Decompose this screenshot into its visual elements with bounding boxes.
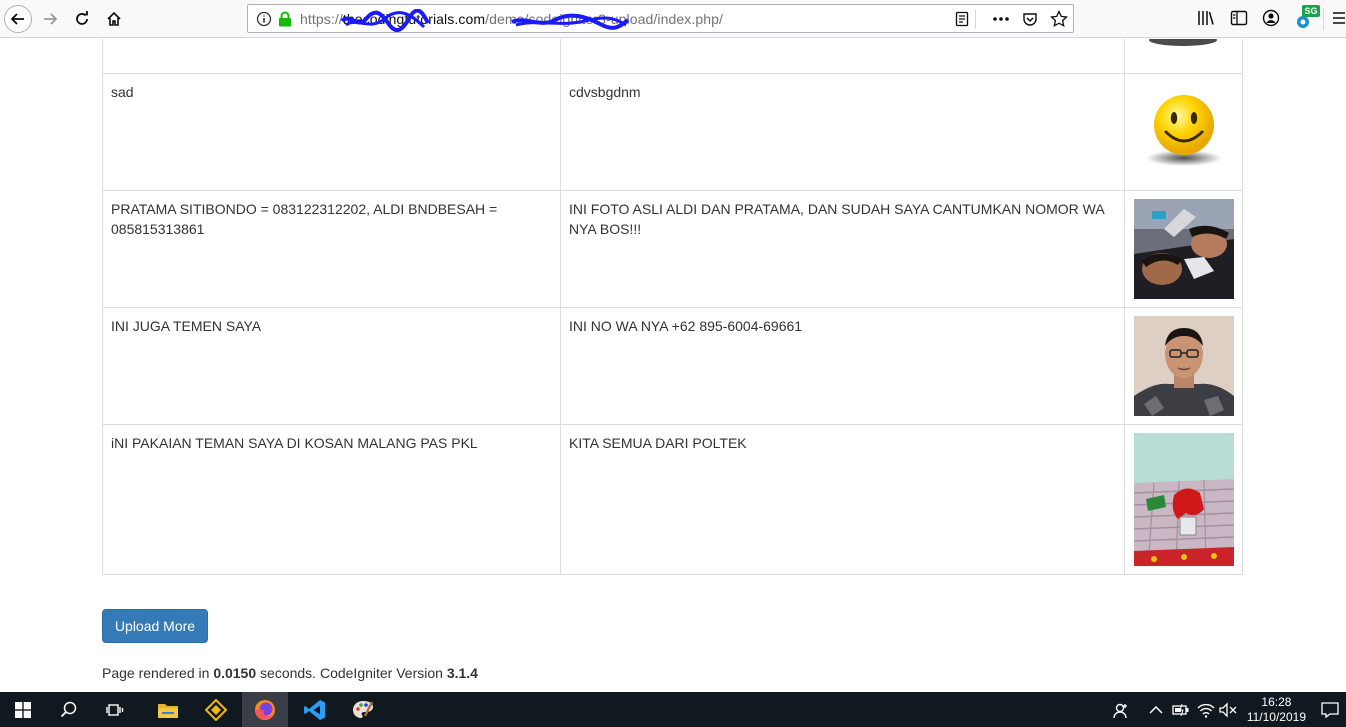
- start-button[interactable]: [0, 692, 46, 727]
- forward-button[interactable]: [36, 5, 64, 33]
- table-row: PRATAMA SITIBONDO = 083122312202, ALDI B…: [102, 190, 1243, 308]
- image-cell: [1124, 307, 1243, 425]
- title-cell: sad: [102, 73, 561, 191]
- home-button[interactable]: [100, 5, 128, 33]
- image-cell: [1124, 39, 1243, 74]
- smiley-image: [1149, 39, 1217, 46]
- firefox-taskbar-button[interactable]: [242, 692, 288, 727]
- info-icon[interactable]: [256, 11, 272, 27]
- reader-view-icon[interactable]: [954, 11, 970, 27]
- back-button[interactable]: [4, 5, 32, 33]
- selfie-photo: [1133, 199, 1234, 299]
- account-icon[interactable]: [1262, 9, 1280, 27]
- title-cell: [102, 39, 561, 74]
- paint-palette-icon: [353, 700, 374, 718]
- page-footer: Page rendered in 0.0150 seconds. CodeIgn…: [102, 665, 478, 681]
- url-bar[interactable]: https://thecodingtutorials.com/demo/code…: [247, 4, 1074, 33]
- hamburger-menu-icon[interactable]: [1332, 9, 1346, 27]
- bookmark-star-icon[interactable]: [1050, 10, 1068, 28]
- arrow-left-icon: [10, 13, 24, 25]
- description-cell: [560, 39, 1125, 74]
- pocket-icon[interactable]: [1022, 11, 1038, 27]
- people-icon[interactable]: [1112, 702, 1130, 720]
- search-icon: [60, 701, 77, 717]
- taskbar-clock[interactable]: 16:28 11/10/2019: [1247, 695, 1306, 725]
- more-actions-icon[interactable]: [992, 11, 1010, 27]
- title-cell: PRATAMA SITIBONDO = 083122312202, ALDI B…: [102, 190, 561, 308]
- battery-icon[interactable]: [1172, 702, 1190, 718]
- vscode-icon: [304, 699, 325, 720]
- description-cell: INI FOTO ASLI ALDI DAN PRATAMA, DAN SUDA…: [560, 190, 1125, 308]
- task-view-icon: [106, 703, 124, 716]
- search-button[interactable]: [46, 692, 92, 727]
- diamond-app-icon: [205, 698, 227, 721]
- extension-badge: SG: [1302, 5, 1320, 17]
- upload-more-button[interactable]: Upload More: [102, 609, 208, 643]
- folder-icon: [158, 703, 178, 718]
- image-cell: [1124, 424, 1243, 575]
- url-text[interactable]: https://thecodingtutorials.com/demo/code…: [300, 11, 723, 27]
- page-content: sad cdvsbgdnm PRATAMA SITIBONDO = 083122…: [0, 39, 1346, 692]
- firefox-icon: [255, 699, 275, 720]
- chevron-up-icon[interactable]: [1149, 705, 1163, 715]
- windows-taskbar: 16:28 11/10/2019: [0, 692, 1346, 727]
- home-icon: [107, 11, 121, 26]
- volume-muted-icon[interactable]: [1219, 702, 1237, 718]
- image-cell: [1124, 190, 1243, 308]
- vscode-taskbar-button[interactable]: [292, 692, 338, 727]
- render-time: 0.0150: [213, 665, 257, 681]
- title-cell: INI JUGA TEMEN SAYA: [102, 307, 561, 425]
- app-button[interactable]: [193, 692, 239, 727]
- windows-logo-icon: [15, 701, 31, 718]
- clock-date: 11/10/2019: [1246, 710, 1306, 724]
- table-row: INI JUGA TEMEN SAYA INI NO WA NYA +62 89…: [102, 307, 1243, 425]
- browser-toolbar: https://thecodingtutorials.com/demo/code…: [0, 0, 1346, 38]
- portrait-photo: [1133, 316, 1234, 416]
- reload-button[interactable]: [68, 5, 96, 33]
- ci-version: 3.1.4: [446, 665, 478, 681]
- lock-icon[interactable]: [278, 11, 292, 27]
- table-row: [102, 39, 1243, 74]
- extension-button[interactable]: SG: [1294, 5, 1320, 31]
- title-cell: iNI PAKAIAN TEMAN SAYA DI KOSAN MALANG P…: [102, 424, 561, 575]
- task-view-button[interactable]: [92, 692, 138, 727]
- clothes-photo: [1133, 433, 1234, 566]
- paint-taskbar-button[interactable]: [340, 692, 386, 727]
- gallery-table: sad cdvsbgdnm PRATAMA SITIBONDO = 083122…: [102, 39, 1243, 575]
- arrow-right-icon: [44, 13, 58, 25]
- file-explorer-button[interactable]: [145, 692, 191, 727]
- clock-time: 16:28: [1261, 695, 1292, 709]
- url-separator: [975, 9, 976, 29]
- description-cell: KITA SEMUA DARI POLTEK: [560, 424, 1125, 575]
- description-cell: INI NO WA NYA +62 895-6004-69661: [560, 307, 1125, 425]
- toolbar-separator: [1323, 8, 1324, 30]
- image-cell: [1124, 73, 1243, 191]
- sidebar-icon[interactable]: [1230, 9, 1248, 27]
- library-icon[interactable]: [1197, 9, 1215, 27]
- table-row: iNI PAKAIAN TEMAN SAYA DI KOSAN MALANG P…: [102, 424, 1243, 575]
- table-row: sad cdvsbgdnm: [102, 73, 1243, 191]
- smiley-image: [1145, 95, 1222, 166]
- wifi-icon[interactable]: [1197, 702, 1215, 718]
- notification-icon[interactable]: [1321, 702, 1339, 718]
- reload-icon: [76, 11, 88, 25]
- description-cell: cdvsbgdnm: [560, 73, 1125, 191]
